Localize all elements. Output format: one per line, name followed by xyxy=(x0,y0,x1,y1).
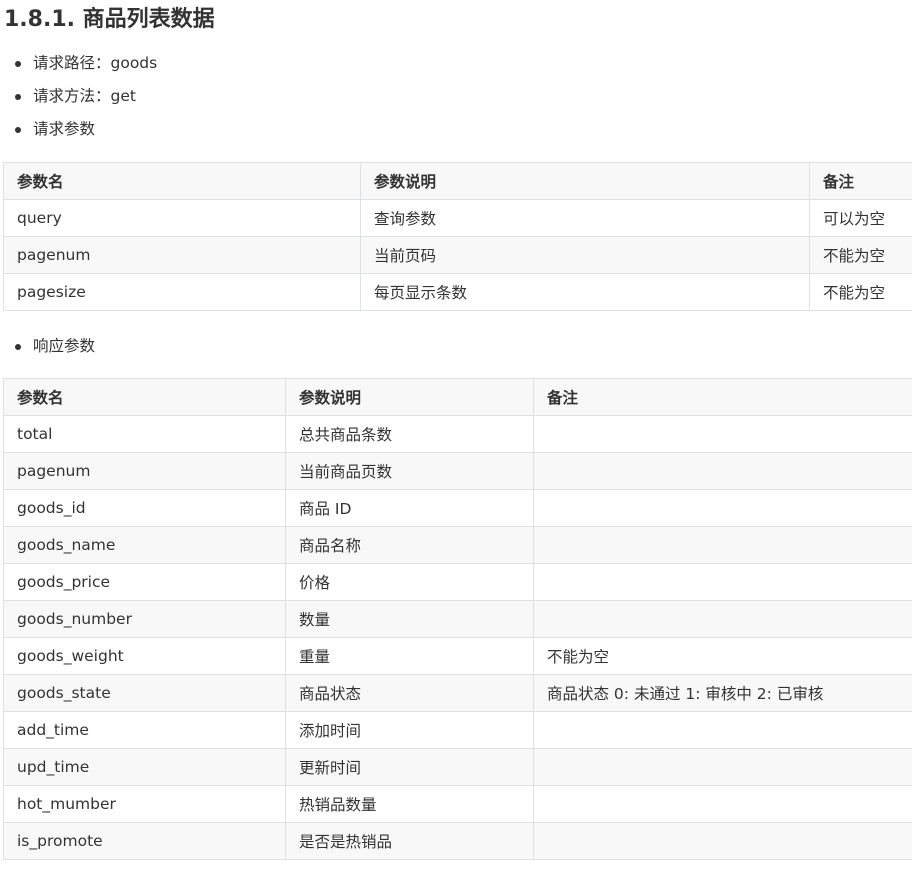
section-heading: 1.8.1. 商品列表数据 xyxy=(4,7,215,32)
table-row: goods_state 商品状态 商品状态 0: 未通过 1: 审核中 2: 已… xyxy=(3,674,912,712)
param-name-cell: goods_state xyxy=(3,674,286,712)
param-desc-cell: 当前页码 xyxy=(360,236,810,274)
param-note-cell xyxy=(533,489,912,527)
column-header: 备注 xyxy=(533,378,912,416)
column-header: 参数名 xyxy=(3,162,361,200)
param-note-cell xyxy=(533,415,912,453)
table-row: hot_mumber 热销品数量 xyxy=(3,785,912,823)
param-desc-cell: 查询参数 xyxy=(360,199,810,237)
table-row: upd_time 更新时间 xyxy=(3,748,912,786)
param-name-cell: hot_mumber xyxy=(3,785,286,823)
table-row: add_time 添加时间 xyxy=(3,711,912,749)
param-note-cell xyxy=(533,822,912,860)
column-header: 备注 xyxy=(809,162,912,200)
param-name-cell: total xyxy=(3,415,286,453)
response-info-list: 响应参数 xyxy=(0,330,95,363)
table-row: is_promote 是否是热销品 xyxy=(3,822,912,860)
request-info-list: 请求路径：goods 请求方法：get 请求参数 xyxy=(0,47,157,146)
request-params-item: 请求参数 xyxy=(0,113,157,146)
param-note-cell xyxy=(533,600,912,638)
table-row: goods_name 商品名称 xyxy=(3,526,912,564)
param-name-cell: add_time xyxy=(3,711,286,749)
param-note-cell: 不能为空 xyxy=(809,273,912,311)
table-header-row: 参数名 参数说明 备注 xyxy=(3,378,912,416)
param-name-cell: upd_time xyxy=(3,748,286,786)
param-note-cell: 可以为空 xyxy=(809,199,912,237)
table-row: pagenum 当前商品页数 xyxy=(3,452,912,490)
param-desc-cell: 总共商品条数 xyxy=(285,415,534,453)
param-desc-cell: 重量 xyxy=(285,637,534,675)
param-desc-cell: 每页显示条数 xyxy=(360,273,810,311)
param-note-cell: 商品状态 0: 未通过 1: 审核中 2: 已审核 xyxy=(533,674,912,712)
param-note-cell: 不能为空 xyxy=(809,236,912,274)
table-row: pagenum 当前页码 不能为空 xyxy=(3,236,912,274)
param-desc-cell: 商品 ID xyxy=(285,489,534,527)
param-name-cell: goods_id xyxy=(3,489,286,527)
param-name-cell: goods_weight xyxy=(3,637,286,675)
param-desc-cell: 价格 xyxy=(285,563,534,601)
param-note-cell xyxy=(533,748,912,786)
table-row: goods_number 数量 xyxy=(3,600,912,638)
param-note-cell xyxy=(533,452,912,490)
response-params-table: 参数名 参数说明 备注 total 总共商品条数 pagenum 当前商品页数 … xyxy=(3,378,912,860)
table-row: pagesize 每页显示条数 不能为空 xyxy=(3,273,912,311)
param-desc-cell: 添加时间 xyxy=(285,711,534,749)
param-desc-cell: 当前商品页数 xyxy=(285,452,534,490)
param-note-cell xyxy=(533,711,912,749)
column-header: 参数说明 xyxy=(285,378,534,416)
table-row: total 总共商品条数 xyxy=(3,415,912,453)
request-params-table: 参数名 参数说明 备注 query 查询参数 可以为空 pagenum 当前页码… xyxy=(3,162,912,311)
column-header: 参数说明 xyxy=(360,162,810,200)
param-note-cell xyxy=(533,563,912,601)
param-desc-cell: 商品状态 xyxy=(285,674,534,712)
table-row: goods_price 价格 xyxy=(3,563,912,601)
param-desc-cell: 更新时间 xyxy=(285,748,534,786)
param-name-cell: goods_number xyxy=(3,600,286,638)
request-path-item: 请求路径：goods xyxy=(0,47,157,80)
param-name-cell: goods_name xyxy=(3,526,286,564)
param-note-cell: 不能为空 xyxy=(533,637,912,675)
column-header: 参数名 xyxy=(3,378,286,416)
param-name-cell: pagesize xyxy=(3,273,361,311)
param-name-cell: goods_price xyxy=(3,563,286,601)
param-note-cell xyxy=(533,526,912,564)
response-params-item: 响应参数 xyxy=(0,330,95,363)
table-header-row: 参数名 参数说明 备注 xyxy=(3,162,912,200)
param-desc-cell: 热销品数量 xyxy=(285,785,534,823)
table-row: goods_id 商品 ID xyxy=(3,489,912,527)
param-note-cell xyxy=(533,785,912,823)
param-desc-cell: 是否是热销品 xyxy=(285,822,534,860)
table-row: query 查询参数 可以为空 xyxy=(3,199,912,237)
table-row: goods_weight 重量 不能为空 xyxy=(3,637,912,675)
request-method-item: 请求方法：get xyxy=(0,80,157,113)
param-name-cell: is_promote xyxy=(3,822,286,860)
param-desc-cell: 商品名称 xyxy=(285,526,534,564)
param-desc-cell: 数量 xyxy=(285,600,534,638)
param-name-cell: pagenum xyxy=(3,452,286,490)
param-name-cell: pagenum xyxy=(3,236,361,274)
document-page: 1.8.1. 商品列表数据 请求路径：goods 请求方法：get 请求参数 参… xyxy=(0,0,912,872)
param-name-cell: query xyxy=(3,199,361,237)
